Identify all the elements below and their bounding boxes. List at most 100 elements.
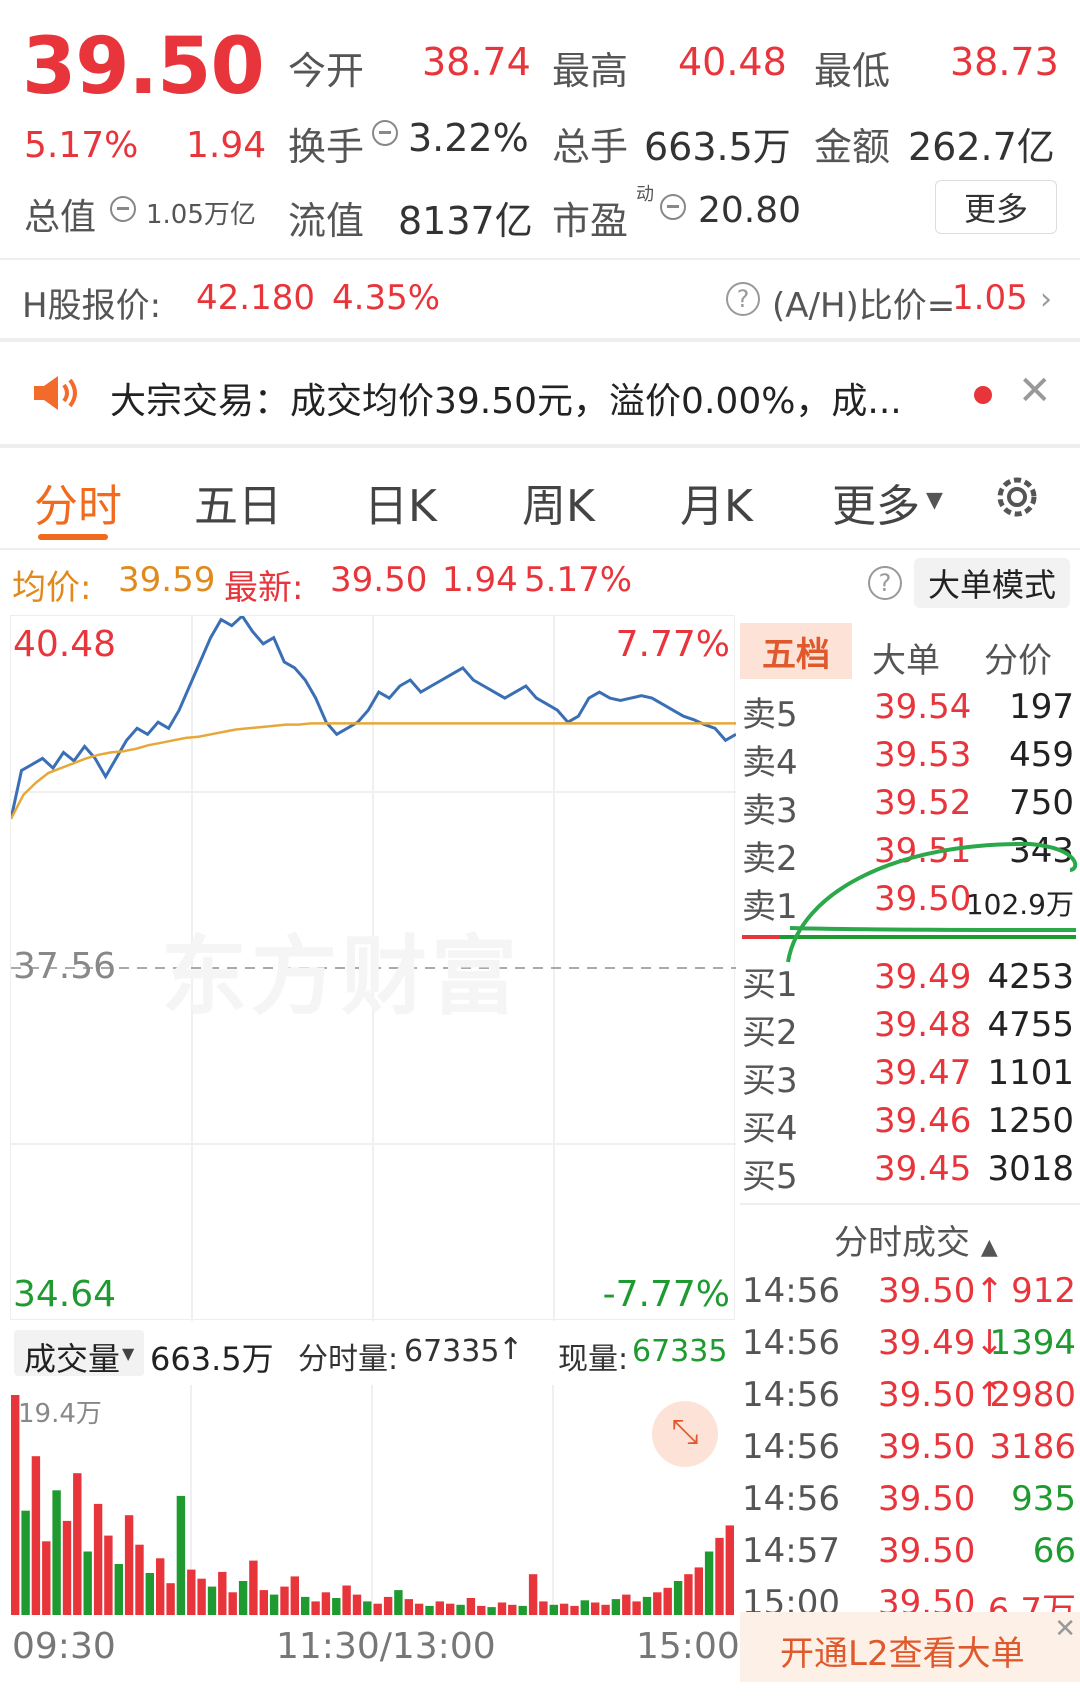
ask-label: 卖3 [742, 791, 798, 831]
latest-value: 39.50 [330, 560, 428, 600]
volume-bar [653, 1592, 662, 1615]
trade-price: 39.49↓ [878, 1323, 1004, 1363]
trade-row: 14:56 39.50↑ 912 [740, 1271, 1080, 1323]
question-icon[interactable]: ? [868, 566, 902, 600]
trades-title-label: 分时成交 [834, 1223, 970, 1263]
volume-bar [52, 1490, 61, 1615]
volume-value: 663.5万 [644, 125, 791, 169]
question-icon[interactable]: ? [726, 282, 760, 316]
volume-bar [487, 1607, 496, 1615]
volume-bar [559, 1603, 569, 1615]
low-value: 38.73 [950, 40, 1059, 84]
high-label: 最高 [552, 49, 629, 93]
volume-bar [383, 1596, 393, 1615]
trade-row: 14:57 39.50 66 [740, 1531, 1080, 1583]
gear-icon[interactable] [990, 470, 1044, 524]
ask-price: 39.53 [874, 735, 972, 775]
caret-down-icon: ▼ [122, 1344, 135, 1363]
trade-time: 14:56 [742, 1323, 840, 1363]
volume-bar [363, 1601, 372, 1615]
volume-bar [352, 1594, 362, 1615]
info-icon[interactable] [372, 120, 398, 146]
volume-bar [135, 1544, 144, 1615]
ask-volume: 459 [1009, 735, 1074, 775]
trade-time: 14:56 [742, 1479, 840, 1519]
tab-monthly-k[interactable]: 月K [680, 470, 753, 534]
trade-row: 14:56 39.50 3186 [740, 1427, 1080, 1479]
volume-bar [663, 1587, 672, 1615]
bid-label: 买5 [742, 1157, 798, 1197]
expand-icon[interactable]: ⤡ [652, 1401, 718, 1467]
volume-bar [611, 1599, 621, 1615]
intraday-chart[interactable]: 东方财富 40.48 7.77% 37.56 34.64 -7.77% [10, 615, 736, 1321]
volume-selector[interactable]: 成交量 ▼ [14, 1330, 144, 1378]
unread-dot-icon [974, 386, 992, 404]
volume-bar [124, 1515, 134, 1615]
volume-bar [269, 1594, 279, 1615]
trade-volume: 66 [1032, 1531, 1076, 1571]
volume-chart[interactable]: 19.4万 ⤡ [10, 1385, 735, 1615]
bid-row: 买2 39.48 4755 [740, 1005, 1078, 1053]
ask-label: 卖4 [742, 743, 798, 783]
tab-more[interactable]: 更多 [832, 470, 920, 534]
volume-bar [570, 1605, 579, 1615]
volume-bar [321, 1592, 331, 1615]
info-icon[interactable] [110, 196, 136, 222]
chart-watermark: 东方财富 [161, 927, 521, 1027]
volume-bar [62, 1520, 72, 1615]
change-value: 1.94 [186, 125, 267, 166]
volume-bar [642, 1596, 652, 1615]
chart-bottom-pct: -7.77% [602, 1274, 730, 1315]
bid-price: 39.48 [874, 1005, 972, 1045]
divider [0, 338, 1080, 342]
bid-volume: 1250 [987, 1101, 1074, 1141]
big-order-mode-button[interactable]: 大单模式 [914, 558, 1070, 608]
time-mid: 11:30/13:00 [276, 1626, 496, 1667]
volume-bar [207, 1586, 217, 1615]
tab-weekly-k[interactable]: 周K [522, 470, 595, 534]
ah-ratio-value: 1.05 [952, 278, 1028, 318]
volume-bar [145, 1573, 154, 1615]
tab-five-day[interactable]: 五日 [194, 470, 282, 534]
trades-title[interactable]: 分时成交 ▲ [834, 1215, 998, 1264]
volume-bar [42, 1541, 51, 1615]
volume-bar [290, 1576, 299, 1615]
chevron-right-icon[interactable]: › [1040, 282, 1052, 317]
volume-total: 663.5万 [150, 1340, 274, 1378]
volume-bar [456, 1604, 465, 1615]
ask-price: 39.52 [874, 783, 972, 823]
volume-bar [311, 1601, 320, 1615]
high-value: 40.48 [678, 40, 787, 84]
ask-label: 卖5 [742, 695, 798, 735]
open-label: 今开 [288, 49, 365, 93]
volume-bar [528, 1574, 538, 1615]
volume-bar [114, 1564, 123, 1615]
l2-banner-text: 开通L2查看大单 [780, 1634, 1025, 1674]
now-volume-value: 67335 [632, 1334, 728, 1369]
volume-bar [508, 1604, 517, 1615]
trade-volume: 2980 [989, 1375, 1076, 1415]
tab-intraday[interactable]: 分时 [34, 470, 122, 534]
ask-volume: 750 [1009, 783, 1074, 823]
volume-bar [332, 1598, 341, 1615]
close-icon[interactable]: ✕ [1054, 1614, 1076, 1644]
tab-daily-k[interactable]: 日K [364, 470, 437, 534]
more-button[interactable]: 更多 [935, 180, 1057, 234]
tab-five-levels[interactable]: 五档 [740, 623, 852, 679]
volume-bar [93, 1503, 103, 1615]
amount-label: 金额 [814, 125, 891, 169]
tab-big-orders[interactable]: 大单 [872, 633, 940, 682]
tab-price-split[interactable]: 分价 [984, 633, 1052, 682]
l2-banner[interactable]: 开通L2查看大单 ✕ [740, 1612, 1080, 1682]
close-icon[interactable]: ✕ [1018, 368, 1052, 414]
volume-bar [73, 1473, 82, 1615]
latest-change: 1.94 [442, 560, 518, 600]
volume-bar [684, 1574, 693, 1615]
volume-bar [518, 1605, 527, 1615]
volume-bar [549, 1604, 558, 1615]
info-icon[interactable] [660, 194, 686, 220]
volume-max-label: 19.4万 [18, 1399, 102, 1429]
divider [740, 1203, 1080, 1205]
trade-volume: 935 [1011, 1479, 1076, 1519]
chart-top-pct: 7.77% [615, 624, 730, 665]
